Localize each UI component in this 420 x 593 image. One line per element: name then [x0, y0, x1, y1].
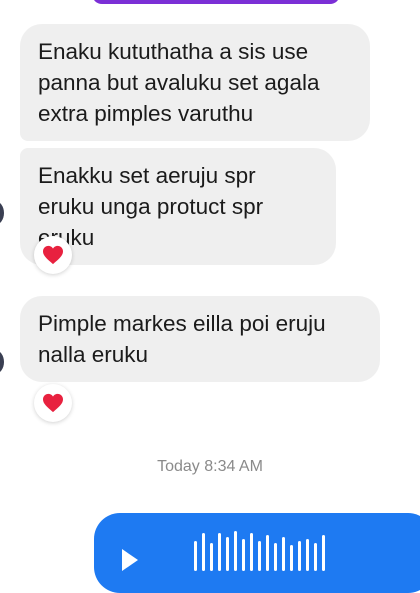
waveform-bar	[282, 537, 285, 571]
waveform-bar	[226, 537, 229, 571]
waveform-bar	[290, 545, 293, 571]
sender-avatar[interactable]	[0, 201, 4, 225]
message-text: Pimple markes eilla poi eruju nalla eruk…	[38, 311, 326, 367]
message-timestamp: Today 8:34 AM	[157, 458, 263, 475]
waveform-bar	[202, 533, 205, 571]
waveform-bar	[298, 541, 301, 571]
waveform-bar	[242, 539, 245, 571]
heart-icon	[43, 245, 63, 265]
waveform-bar	[210, 543, 213, 571]
top-accent-bar	[92, 0, 340, 4]
waveform-bar	[218, 533, 221, 571]
waveform-bar	[234, 531, 237, 571]
waveform-bar	[266, 535, 269, 571]
message-text: Enakku set aeruju spr eruku unga protuct…	[38, 163, 264, 250]
waveform-bar	[250, 533, 253, 571]
audio-waveform	[194, 531, 325, 571]
heart-reaction[interactable]	[34, 236, 72, 274]
waveform-bar	[194, 541, 197, 571]
message-bubble[interactable]: Enaku kututhatha a sis use panna but ava…	[20, 24, 370, 141]
message-text: Enaku kututhatha a sis use panna but ava…	[38, 39, 320, 126]
voice-message-bubble[interactable]	[94, 513, 420, 593]
heart-reaction[interactable]	[34, 384, 72, 422]
waveform-bar	[258, 541, 261, 571]
waveform-bar	[322, 535, 325, 571]
heart-icon	[43, 393, 63, 413]
message-bubble[interactable]: Pimple markes eilla poi eruju nalla eruk…	[20, 296, 380, 382]
sender-avatar[interactable]	[0, 350, 4, 374]
waveform-bar	[314, 543, 317, 571]
waveform-bar	[274, 543, 277, 571]
play-icon[interactable]	[122, 549, 138, 571]
waveform-bar	[306, 539, 309, 571]
